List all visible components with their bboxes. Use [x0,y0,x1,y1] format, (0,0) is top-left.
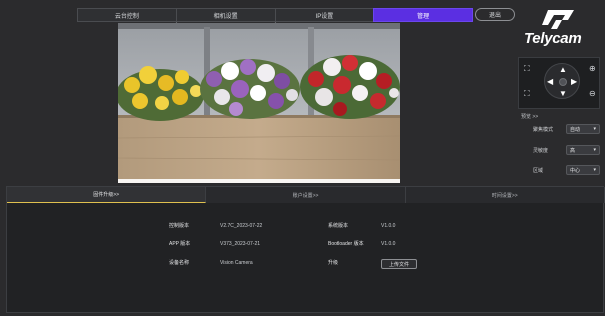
zoom-in-icon[interactable]: ⊕ [589,65,596,73]
sensitivity-row: 灵敏度 高 ▾ [533,145,603,155]
chevron-down-icon: ▾ [593,126,596,132]
sensitivity-label: 灵敏度 [533,147,549,154]
arrow-left-icon[interactable]: ◀ [547,78,553,86]
tab-management[interactable]: 管理 [373,8,473,22]
select-value: 高 [570,147,576,154]
device-name-value: Vision Camera [220,260,253,266]
control-version-label: 控制版本 [169,223,190,229]
focus-mode-label: 聚焦模式 [533,126,554,133]
expand-icon[interactable]: ⛶ [524,65,530,73]
management-tabs: 固件升级>> 账户设置>> 时间设置>> [7,187,605,203]
tab-time-settings[interactable]: 时间设置>> [405,187,605,203]
top-nav: 云台控制 相机设置 IP设置 管理 [77,8,473,23]
select-value: 自动 [570,126,581,133]
tab-ip-settings[interactable]: IP设置 [274,8,375,22]
arrow-down-icon[interactable]: ▼ [559,90,567,98]
tab-label: 云台控制 [114,13,139,20]
tab-account-settings[interactable]: 账户设置>> [206,187,406,203]
app-version-value: V373_2023-07-21 [220,241,261,247]
logo-text: Telycam [524,30,582,47]
exit-button[interactable]: 退出 [475,8,515,21]
tab-camera-settings[interactable]: 相机设置 [175,8,282,23]
focus-mode-row: 聚焦模式 自动 ▾ [533,124,603,134]
control-version-value: V2.7C_2023-07-22 [220,223,263,229]
area-label: 区域 [533,167,544,174]
direction-pad: ▲ ▼ ◀ ▶ [544,63,580,99]
management-panel: 固件升级>> 账户设置>> 时间设置>> 控制版本 V2.7C_2023-07-… [6,186,605,313]
device-name-label: 设备名称 [169,260,190,266]
upload-file-button[interactable]: 上传文件 [381,259,417,269]
tab-label: 相机设置 [213,13,238,20]
system-version-label: 系统版本 [328,223,349,229]
tab-firmware-upgrade[interactable]: 固件升级>> [7,187,207,203]
preview-section-header[interactable]: 预览 >> [521,113,538,120]
focus-mode-select[interactable]: 自动 ▾ [566,124,600,134]
tab-ptz-control[interactable]: 云台控制 [77,8,184,23]
arrow-right-icon[interactable]: ▶ [571,78,577,86]
video-preview [118,23,400,183]
tab-label: 管理 [417,13,430,20]
arrow-up-icon[interactable]: ▲ [559,66,567,74]
area-select[interactable]: 中心 ▾ [566,165,600,175]
select-value: 中心 [570,167,581,174]
tab-label: IP设置 [315,13,334,20]
zoom-out-icon[interactable]: ⊖ [589,90,596,98]
app-version-label: APP 版本 [169,241,191,247]
home-icon[interactable] [559,78,567,86]
system-version-value: V1.0.0 [381,223,396,229]
area-row: 区域 中心 ▾ [533,165,603,175]
bootloader-version-value: V1.0.0 [381,241,396,247]
bootloader-version-label: Bootloader 版本 [328,241,364,247]
collapse-icon[interactable]: ⛶ [524,90,530,98]
telycam-logo: Telycam [518,8,600,52]
ptz-control-panel: ⛶ ⊕ ⛶ ⊖ ▲ ▼ ◀ ▶ [518,57,600,109]
chevron-down-icon: ▾ [593,167,596,173]
sensitivity-select[interactable]: 高 ▾ [566,145,600,155]
chevron-down-icon: ▾ [593,147,596,153]
upgrade-label: 升级 [328,260,339,266]
logo-mark-icon [542,10,574,29]
